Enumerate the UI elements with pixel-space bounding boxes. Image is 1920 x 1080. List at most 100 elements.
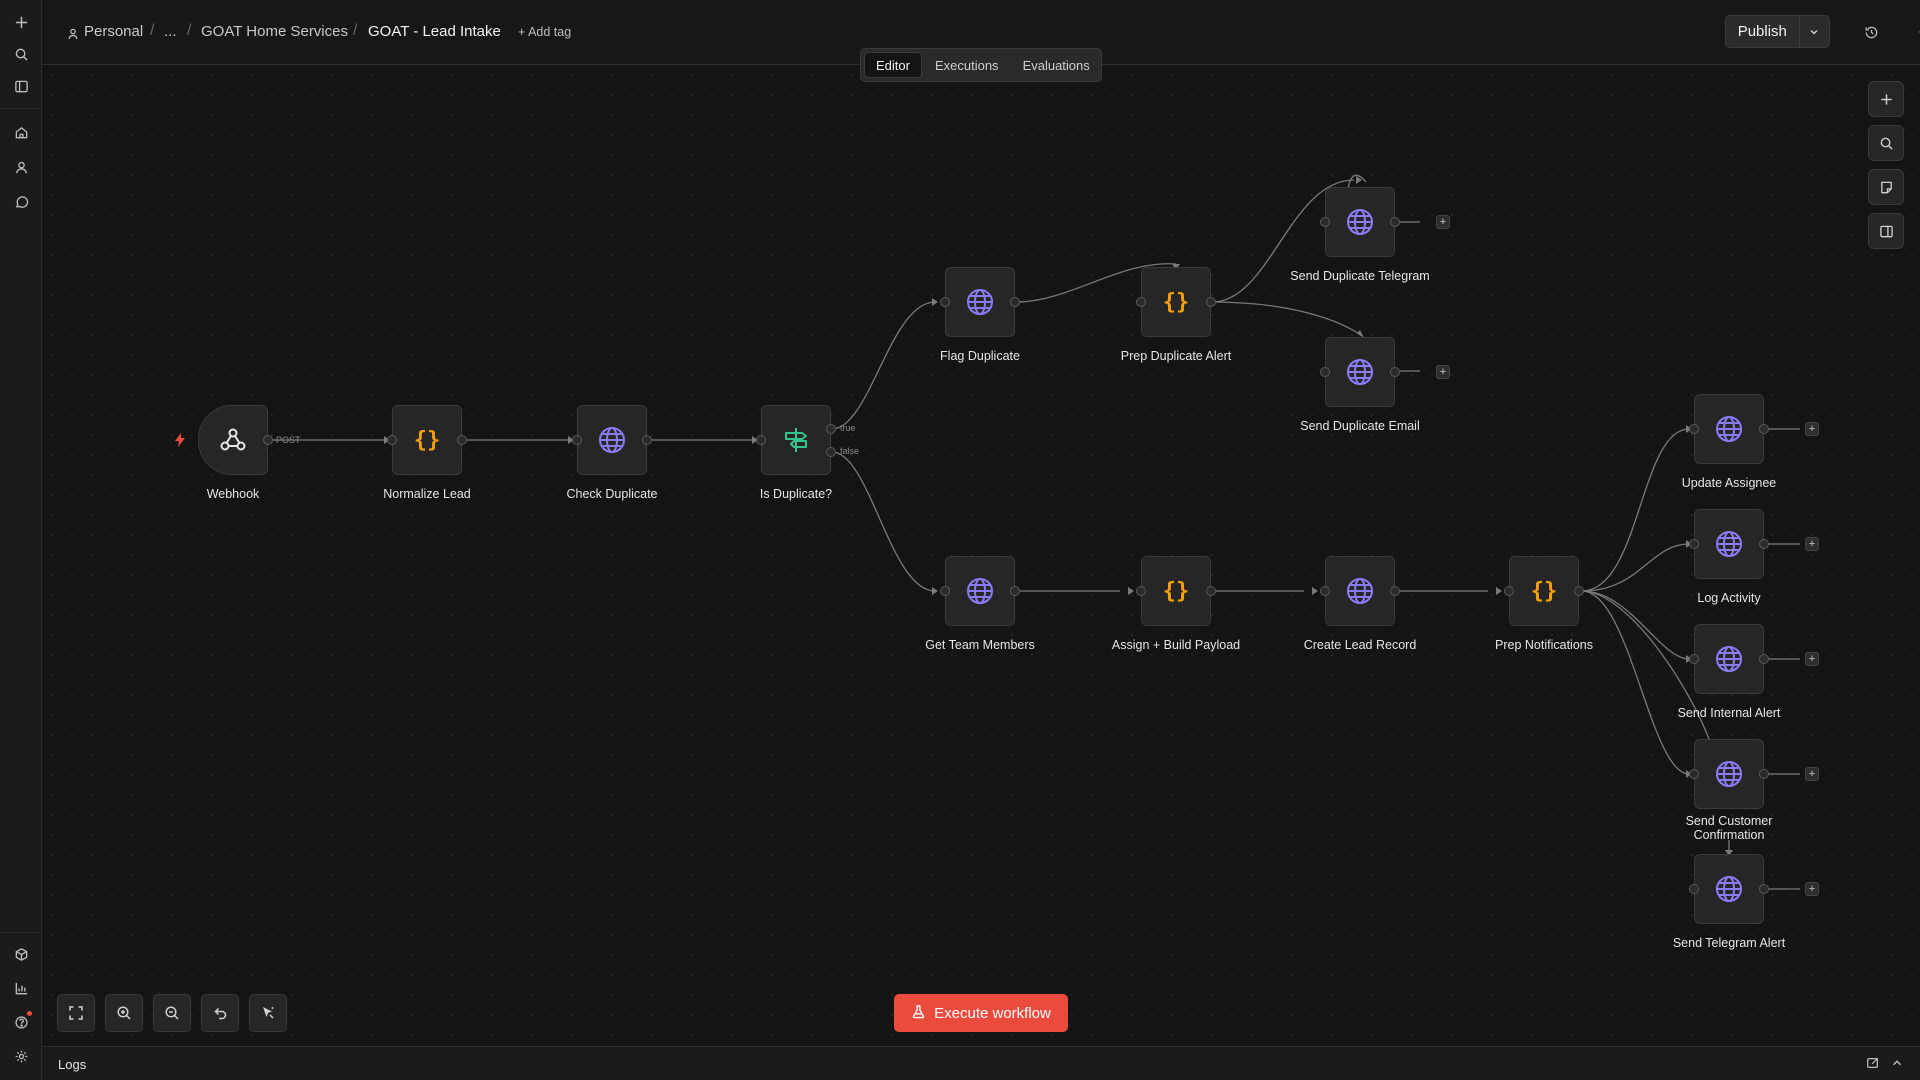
create-icon[interactable] <box>9 10 33 34</box>
add-node-icon[interactable] <box>1868 81 1904 117</box>
zoom-in-icon[interactable] <box>105 994 143 1032</box>
add-node-button[interactable]: + <box>1436 215 1450 229</box>
input-port[interactable] <box>572 435 582 445</box>
output-port-false[interactable] <box>826 447 836 457</box>
zoom-out-icon[interactable] <box>153 994 191 1032</box>
input-port[interactable] <box>1689 424 1699 434</box>
chevron-down-icon[interactable] <box>1800 16 1829 47</box>
node-log-activity[interactable] <box>1694 509 1764 579</box>
input-port[interactable] <box>1320 586 1330 596</box>
search-icon[interactable] <box>9 42 33 66</box>
node-create-lead-record[interactable] <box>1325 556 1395 626</box>
settings-icon[interactable] <box>9 1044 33 1068</box>
node-send-duplicate-telegram[interactable] <box>1325 187 1395 257</box>
output-port[interactable] <box>642 435 652 445</box>
workflow-canvas[interactable]: POST Webhook {} Normalize Lead Check Dup… <box>42 65 1920 1046</box>
add-node-button[interactable]: + <box>1805 652 1819 666</box>
flask-icon <box>911 1004 926 1023</box>
output-port[interactable] <box>1206 297 1216 307</box>
more-options-icon[interactable] <box>1912 22 1920 42</box>
node-flag-duplicate[interactable] <box>945 267 1015 337</box>
input-port[interactable] <box>756 435 766 445</box>
input-port[interactable] <box>1689 654 1699 664</box>
breadcrumb-owner[interactable]: Personal <box>84 23 143 40</box>
workflow-name[interactable]: GOAT - Lead Intake <box>368 23 501 40</box>
input-port[interactable] <box>387 435 397 445</box>
node-normalize-lead[interactable]: {} <box>392 405 462 475</box>
output-port[interactable] <box>1010 297 1020 307</box>
node-prep-duplicate-alert[interactable]: {} <box>1141 267 1211 337</box>
node-get-team-members[interactable] <box>945 556 1015 626</box>
globe-icon <box>964 286 996 318</box>
input-port[interactable] <box>1320 367 1330 377</box>
input-port[interactable] <box>940 297 950 307</box>
chat-icon[interactable] <box>9 190 33 214</box>
logs-bar[interactable]: Logs <box>42 1046 1920 1080</box>
home-icon[interactable] <box>9 120 33 144</box>
input-port[interactable] <box>1689 539 1699 549</box>
publish-button[interactable]: Publish <box>1726 16 1800 47</box>
output-port[interactable] <box>1010 586 1020 596</box>
search-nodes-icon[interactable] <box>1868 125 1904 161</box>
output-port[interactable] <box>1759 424 1769 434</box>
input-port[interactable] <box>1689 769 1699 779</box>
tab-executions[interactable]: Executions <box>924 52 1010 78</box>
output-port[interactable] <box>1206 586 1216 596</box>
node-webhook[interactable] <box>198 405 268 475</box>
add-node-button[interactable]: + <box>1805 882 1819 896</box>
node-is-duplicate[interactable] <box>761 405 831 475</box>
input-port[interactable] <box>1136 297 1146 307</box>
breadcrumb-folder[interactable]: GOAT Home Services <box>201 23 348 40</box>
svg-text:{}: {} <box>1163 579 1190 604</box>
add-tag-button[interactable]: + Add tag <box>518 25 571 39</box>
panel-toggle-icon[interactable] <box>1868 213 1904 249</box>
breadcrumb-ellipsis[interactable]: ... <box>164 23 177 40</box>
node-update-assignee[interactable] <box>1694 394 1764 464</box>
input-port[interactable] <box>1320 217 1330 227</box>
output-port[interactable] <box>1759 654 1769 664</box>
tidy-up-icon[interactable] <box>249 994 287 1032</box>
output-port-true[interactable] <box>826 424 836 434</box>
input-port[interactable] <box>1504 586 1514 596</box>
sticky-note-icon[interactable] <box>1868 169 1904 205</box>
tab-evaluations[interactable]: Evaluations <box>1012 52 1101 78</box>
add-node-button[interactable]: + <box>1805 537 1819 551</box>
history-icon[interactable] <box>1861 22 1881 42</box>
templates-icon[interactable] <box>9 942 33 966</box>
add-node-button[interactable]: + <box>1805 767 1819 781</box>
output-port[interactable] <box>1759 769 1769 779</box>
user-icon[interactable] <box>9 155 33 179</box>
add-node-button[interactable]: + <box>1805 422 1819 436</box>
add-node-button[interactable]: + <box>1436 365 1450 379</box>
node-send-internal-alert[interactable] <box>1694 624 1764 694</box>
node-send-telegram-alert[interactable] <box>1694 854 1764 924</box>
output-port[interactable] <box>457 435 467 445</box>
node-prep-notifications[interactable]: {} <box>1509 556 1579 626</box>
output-port[interactable] <box>1390 367 1400 377</box>
node-send-customer-confirmation[interactable] <box>1694 739 1764 809</box>
node-label: Prep Notifications <box>1495 638 1593 652</box>
signpost-icon <box>780 424 812 456</box>
help-icon[interactable] <box>9 1010 33 1034</box>
tab-editor[interactable]: Editor <box>864 52 922 78</box>
undo-icon[interactable] <box>201 994 239 1032</box>
node-send-duplicate-email[interactable] <box>1325 337 1395 407</box>
sidebar-toggle-icon[interactable] <box>9 74 33 98</box>
input-port[interactable] <box>1136 586 1146 596</box>
fit-view-icon[interactable] <box>57 994 95 1032</box>
insights-icon[interactable] <box>9 976 33 1000</box>
node-assign-build-payload[interactable]: {} <box>1141 556 1211 626</box>
chevron-up-icon[interactable] <box>1890 1056 1906 1072</box>
input-port[interactable] <box>940 586 950 596</box>
code-braces-icon: {} <box>411 424 443 456</box>
output-port[interactable] <box>1390 586 1400 596</box>
input-port[interactable] <box>1689 884 1699 894</box>
output-port[interactable] <box>1390 217 1400 227</box>
output-port[interactable] <box>1574 586 1584 596</box>
output-port[interactable] <box>1759 884 1769 894</box>
node-check-duplicate[interactable] <box>577 405 647 475</box>
output-port[interactable] <box>263 435 273 445</box>
output-port[interactable] <box>1759 539 1769 549</box>
execute-workflow-button[interactable]: Execute workflow <box>894 994 1068 1032</box>
popout-icon[interactable] <box>1866 1056 1882 1072</box>
